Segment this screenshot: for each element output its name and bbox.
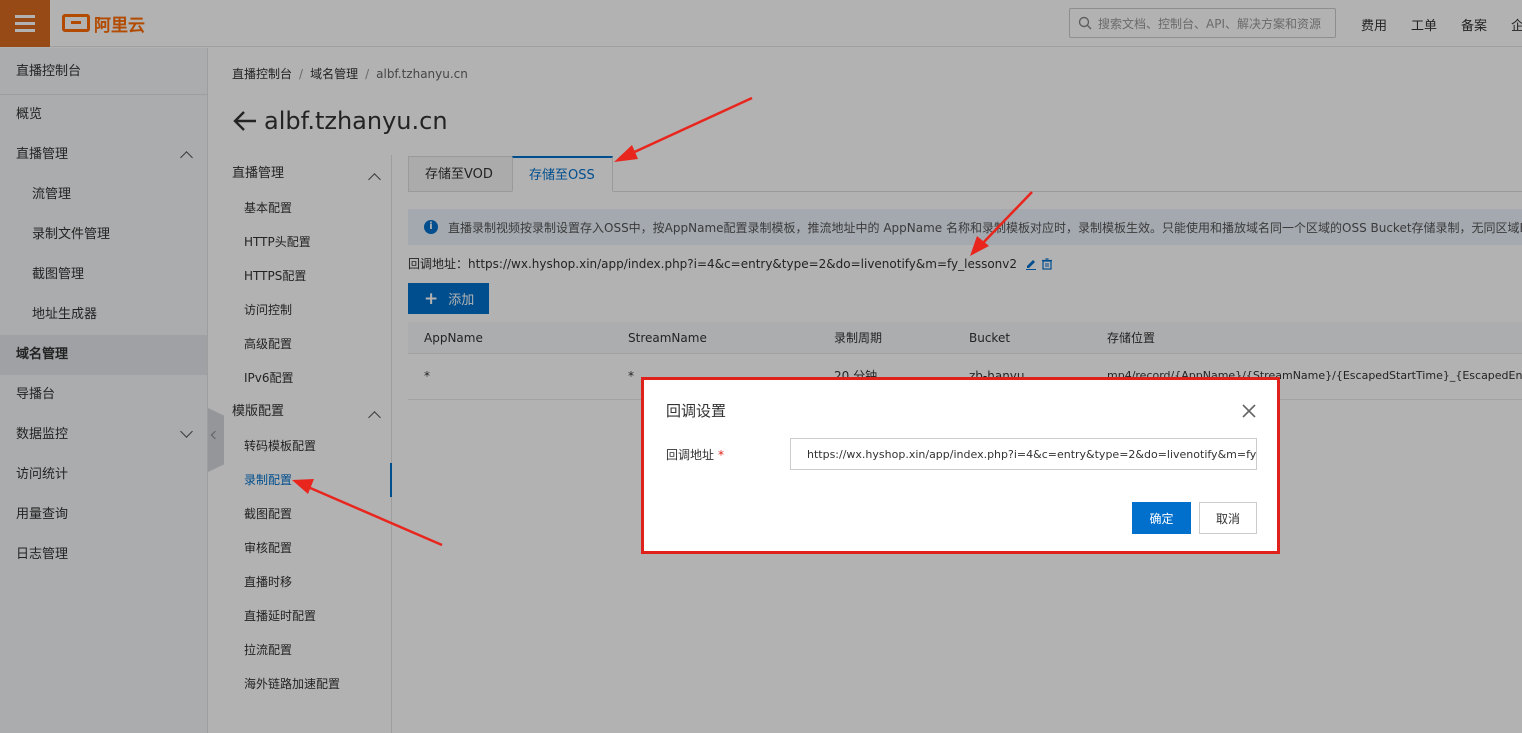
modal-backdrop[interactable] [0, 0, 1522, 733]
callback-url-input[interactable] [790, 438, 1257, 470]
field-label-text: 回调地址 [666, 448, 715, 462]
dialog-title: 回调设置 [666, 402, 727, 420]
cancel-button[interactable]: 取消 [1199, 502, 1257, 534]
callback-settings-dialog: 回调设置 回调地址* 确定 取消 [641, 377, 1280, 554]
required-mark: * [718, 448, 725, 462]
close-icon[interactable] [1241, 403, 1257, 419]
callback-field-label: 回调地址 * [666, 446, 724, 463]
confirm-button[interactable]: 确定 [1132, 502, 1191, 534]
